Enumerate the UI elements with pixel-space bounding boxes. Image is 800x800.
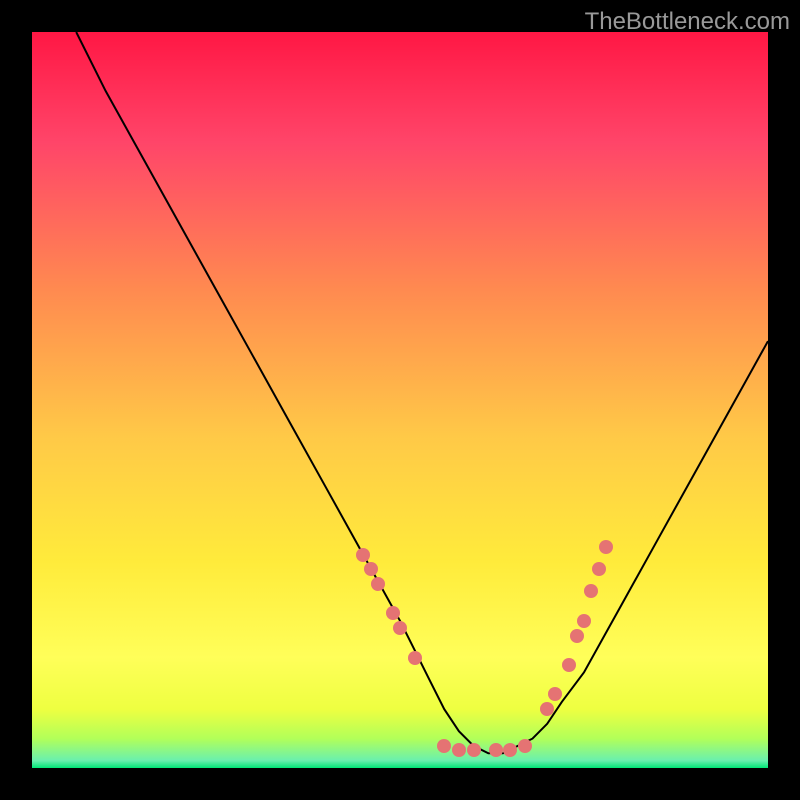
data-marker	[371, 577, 385, 591]
data-marker	[393, 621, 407, 635]
data-marker	[452, 743, 466, 757]
data-marker	[467, 743, 481, 757]
watermark-text: TheBottleneck.com	[585, 8, 790, 36]
data-marker	[570, 629, 584, 643]
data-marker	[518, 739, 532, 753]
data-marker	[503, 743, 517, 757]
data-marker	[489, 743, 503, 757]
data-marker	[408, 651, 422, 665]
data-marker	[356, 548, 370, 562]
data-marker	[592, 562, 606, 576]
data-marker	[437, 739, 451, 753]
data-marker	[540, 702, 554, 716]
data-marker	[386, 606, 400, 620]
data-markers	[32, 32, 768, 768]
data-marker	[562, 658, 576, 672]
data-marker	[599, 540, 613, 554]
data-marker	[364, 562, 378, 576]
chart-plot-area	[32, 32, 768, 768]
data-marker	[584, 584, 598, 598]
data-marker	[548, 687, 562, 701]
data-marker	[577, 614, 591, 628]
